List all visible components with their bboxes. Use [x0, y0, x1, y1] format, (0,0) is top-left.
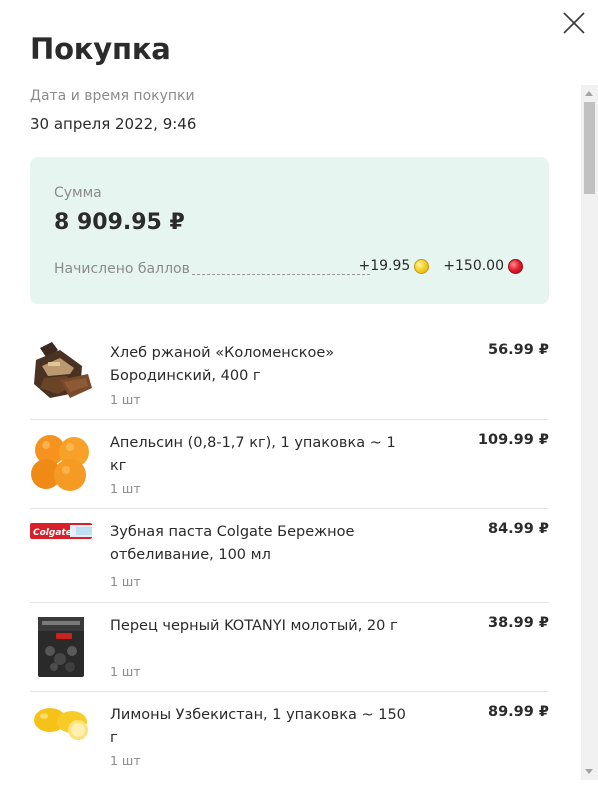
item-price: 109.99 ₽ [477, 432, 549, 448]
item-price: 89.99 ₽ [487, 704, 549, 720]
red-coin-icon [508, 258, 523, 274]
item-price: 84.99 ₽ [487, 521, 549, 537]
chevron-down-icon [585, 769, 593, 774]
sum-value: 8 909.95 ₽ [54, 210, 185, 235]
page-title: Покупка [30, 32, 171, 66]
chevron-up-icon [585, 91, 593, 96]
item-name: Перец черный KOTANYI молотый, 20 г [110, 618, 398, 634]
sum-label: Сумма [54, 185, 102, 201]
item-name: Апельсин (0,8-1,7 кг), 1 упаковка ~ 1 кг [110, 435, 396, 474]
scrollbar[interactable] [581, 85, 598, 780]
toothpaste-image: Colgate [30, 521, 96, 541]
item-qty: 1 шт [110, 574, 141, 589]
points-label: Начислено баллов [54, 261, 190, 277]
list-item[interactable]: Colgate Зубная паста Colgate Бережное от… [30, 509, 549, 603]
item-name: Лимоны Узбекистан, 1 упаковка ~ 150 г [110, 707, 406, 746]
item-qty: 1 шт [110, 753, 141, 768]
yellow-coin-icon [414, 258, 430, 274]
points-values: +19.95 +150.00 [358, 258, 523, 274]
close-button[interactable] [561, 10, 587, 36]
item-qty: 1 шт [110, 392, 141, 407]
pepper-image [30, 615, 96, 679]
bread-image [30, 340, 96, 402]
item-name: Зубная паста Colgate Бережное отбеливани… [110, 524, 355, 563]
scroll-thumb[interactable] [584, 102, 595, 194]
list-item[interactable]: Перец черный KOTANYI молотый, 20 г 1 шт … [30, 603, 549, 692]
list-item[interactable]: Апельсин (0,8-1,7 кг), 1 упаковка ~ 1 кг… [30, 420, 549, 509]
item-price: 56.99 ₽ [487, 342, 549, 358]
orange-image [30, 432, 96, 492]
item-name: Хлеб ржаной «Коломенское» Бородинский, 4… [110, 345, 335, 384]
item-qty: 1 шт [110, 664, 141, 679]
points-leader-line [192, 274, 370, 275]
summary-card: Сумма 8 909.95 ₽ Начислено баллов +19.95… [30, 157, 549, 304]
item-price: 38.99 ₽ [487, 615, 549, 631]
close-icon [563, 12, 585, 34]
points-red-value: +150.00 [443, 258, 504, 274]
lemon-image [30, 704, 96, 744]
toothpaste-brand: Colgate [33, 528, 72, 538]
scroll-up-button[interactable] [581, 85, 598, 102]
purchase-modal: Покупка Дата и время покупки 30 апреля 2… [0, 0, 598, 798]
scroll-down-button[interactable] [581, 763, 598, 780]
purchase-date-label: Дата и время покупки [30, 88, 195, 104]
list-item[interactable]: Хлеб ржаной «Коломенское» Бородинский, 4… [30, 330, 549, 420]
list-item[interactable]: Лимоны Узбекистан, 1 упаковка ~ 150 г 1 … [30, 692, 549, 782]
item-qty: 1 шт [110, 481, 141, 496]
purchase-date-value: 30 апреля 2022, 9:46 [30, 115, 197, 133]
points-yellow-value: +19.95 [358, 258, 411, 274]
